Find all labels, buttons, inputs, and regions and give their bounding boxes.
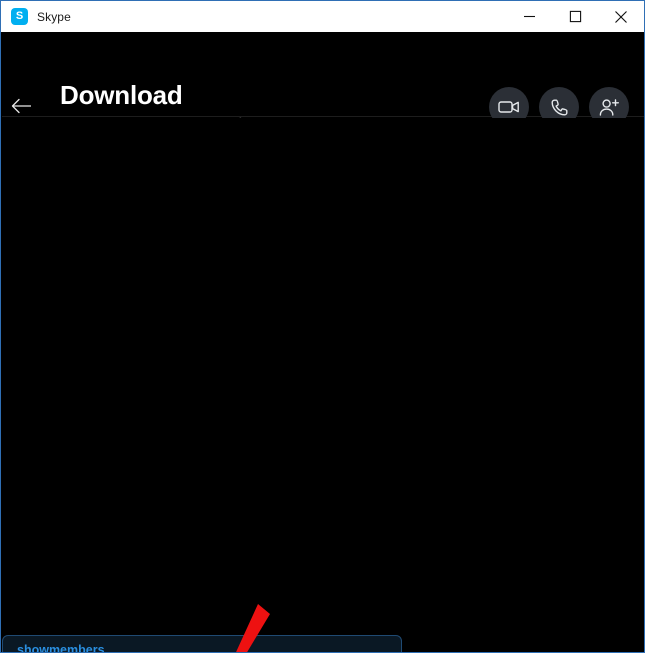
add-person-icon — [599, 98, 619, 116]
back-arrow-icon — [11, 98, 31, 114]
command-suggestion-panel[interactable]: showmembers Lists all members of the cha… — [2, 635, 402, 653]
page-title: Download — [60, 80, 183, 110]
minimize-icon — [523, 15, 535, 18]
window-title: Skype — [37, 9, 71, 24]
close-icon — [615, 10, 627, 23]
skype-logo-icon — [11, 8, 28, 25]
phone-icon — [551, 99, 567, 115]
chat-message-area[interactable]: showmembers Lists all members of the cha… — [2, 118, 644, 653]
video-camera-icon — [498, 101, 519, 113]
title-bar: Skype — [1, 1, 644, 32]
command-name: showmembers — [17, 643, 105, 653]
back-button[interactable] — [8, 92, 36, 120]
close-button[interactable] — [598, 1, 644, 32]
maximize-icon — [569, 10, 581, 23]
maximize-button[interactable] — [552, 1, 598, 32]
skype-window: Skype Download 2 — [0, 0, 645, 653]
chat-header: Download 28 participants | Gallery | — [2, 32, 644, 130]
minimize-button[interactable] — [506, 1, 552, 32]
